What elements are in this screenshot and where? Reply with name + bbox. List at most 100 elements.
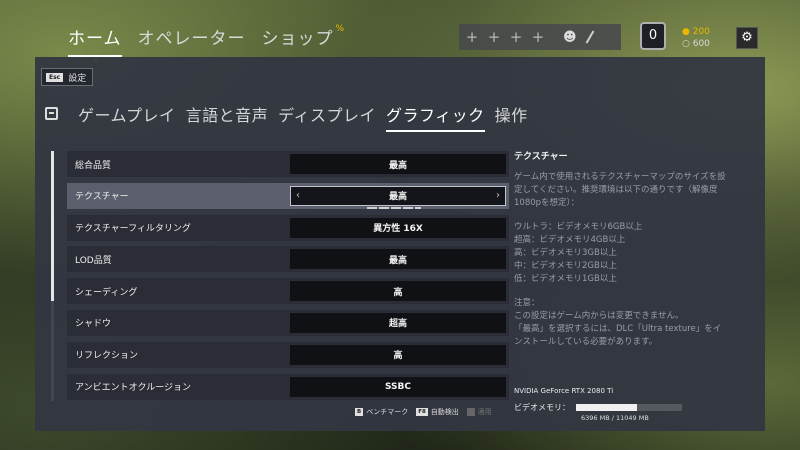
friends-icon[interactable]: ☻	[563, 30, 577, 45]
tab-gameplay[interactable]: ゲームプレイ	[78, 102, 176, 130]
requirement-line: 超高：ビデオメモリ4GB以上	[514, 235, 626, 245]
setting-value-text: 最高	[388, 160, 407, 171]
requirement-line: 高：ビデオメモリ3GB以上	[514, 248, 617, 258]
requirement-line: 低：ビデオメモリ1GB以上	[514, 274, 617, 284]
setting-value[interactable]: 最高	[290, 154, 506, 174]
setting-row-shading[interactable]: シェーディング 高	[67, 278, 509, 305]
description-requirements: ウルトラ：ビデオメモリ6GB以上 超高：ビデオメモリ4GB以上 高：ビデオメモリ…	[514, 221, 729, 286]
settings-panel: Esc 設定 ゲームプレイ 言語と音声 ディスプレイ グラフィック 操作 総合品…	[35, 57, 765, 431]
benchmark-label: ベンチマーク	[366, 408, 409, 416]
back-button[interactable]: Esc 設定	[41, 68, 94, 86]
vram-label: ビデオメモリ：	[514, 403, 570, 412]
nav-operators-label: オペレーター	[137, 29, 246, 49]
nav-shop-label: ショップ	[261, 29, 334, 49]
setting-label: 総合品質	[75, 160, 112, 171]
setting-row-texture-filtering[interactable]: テクスチャーフィルタリング 異方性 16X	[67, 214, 509, 241]
tab-audio[interactable]: 言語と音声	[186, 102, 269, 130]
note-line: この設定はゲーム内からは変更できません。	[514, 311, 684, 321]
apply-label: 適用	[477, 408, 492, 416]
nav-shop[interactable]: ショップ%	[262, 24, 346, 57]
requirement-line: 中：ビデオメモリ2GB以上	[514, 261, 617, 271]
invite-slot-2[interactable]: +	[487, 28, 501, 46]
benchmark-key-icon: B	[355, 408, 364, 416]
autodetect-label: 自動検出	[430, 408, 459, 416]
setting-label: シャドウ	[75, 319, 112, 330]
vram-bar	[576, 404, 682, 411]
renown-row: ● 200	[682, 27, 710, 37]
setting-value[interactable]: 最高	[290, 249, 506, 270]
tab-controls[interactable]: 操作	[495, 102, 528, 130]
autodetect-key-icon: F8	[416, 408, 428, 416]
renown-amount: 200	[692, 27, 710, 37]
setting-label: テクスチャーフィルタリング	[75, 224, 191, 235]
setting-description: テクスチャー ゲーム内で使用されるテクスチャーマップのサイズを設定してください。…	[514, 151, 729, 360]
arrow-right-icon[interactable]: ›	[496, 190, 500, 201]
rank-value: 0	[648, 28, 658, 43]
arrow-left-icon[interactable]: ‹	[296, 190, 300, 201]
vram-usage: ビデオメモリ：	[514, 402, 682, 413]
nav-home[interactable]: ホーム	[68, 24, 122, 63]
setting-row-lod-quality[interactable]: LOD品質 最高	[67, 246, 509, 273]
benchmark-button[interactable]: B ベンチマーク	[355, 407, 408, 417]
divider-icon	[585, 30, 594, 44]
setting-value-selector[interactable]: ‹ 最高 ›	[290, 185, 506, 206]
tab-graphics[interactable]: グラフィック	[385, 102, 485, 132]
setting-row-overall-quality[interactable]: 総合品質 最高	[67, 151, 509, 177]
note-title: 注意：	[514, 298, 540, 308]
setting-label: シェーディング	[75, 287, 138, 298]
apply-button[interactable]: 適用	[466, 407, 492, 417]
autodetect-button[interactable]: F8 自動検出	[416, 407, 459, 417]
settings-tabs: ゲームプレイ 言語と音声 ディスプレイ グラフィック 操作	[45, 102, 528, 132]
main-nav: ホーム オペレーター ショップ%	[68, 24, 346, 63]
rank-badge[interactable]: 0	[640, 22, 666, 50]
setting-value-text: 高	[393, 287, 403, 298]
invite-slot-1[interactable]: +	[465, 28, 479, 46]
setting-row-texture[interactable]: テクスチャー ‹ 最高 ›	[67, 182, 509, 209]
apply-key-icon	[466, 408, 475, 416]
setting-label: アンビエントオクルージョン	[75, 383, 192, 394]
vram-bar-fill	[576, 404, 638, 411]
footer-actions: B ベンチマーク F8 自動検出 適用	[355, 407, 492, 417]
setting-value-text: 異方性 16X	[373, 224, 423, 235]
vram-text: 6396 MB / 11049 MB	[581, 414, 649, 422]
description-title: テクスチャー	[514, 152, 568, 162]
setting-row-ambient-occlusion[interactable]: アンビエントオクルージョン SSBC	[67, 373, 509, 400]
esc-key-icon: Esc	[46, 72, 64, 82]
scrollbar-thumb[interactable]	[51, 151, 54, 301]
setting-row-shadow[interactable]: シャドウ 超高	[67, 309, 509, 336]
settings-list: 総合品質 最高 テクスチャー ‹ 最高 › テクスチャーフィルタリング 異方性 …	[67, 151, 509, 405]
setting-value[interactable]: 超高	[290, 312, 506, 333]
setting-value[interactable]: 異方性 16X	[290, 217, 506, 238]
setting-label: リフレクション	[75, 351, 139, 362]
credits-amount: 600	[692, 39, 710, 49]
tab-display[interactable]: ディスプレイ	[278, 102, 376, 130]
credits-row: ○ 600	[682, 39, 710, 49]
note-line: 「最高」を選択するには、DLC「Ultra texture」をインストールしてい…	[514, 324, 722, 347]
description-note: 注意： この設定はゲーム内からは変更できません。 「最高」を選択するには、DLC…	[514, 297, 729, 349]
setting-value[interactable]: SSBC	[290, 376, 506, 397]
setting-value[interactable]: 高	[290, 344, 506, 365]
settings-gear-button[interactable]: ⚙	[736, 27, 758, 49]
sale-badge-icon: %	[335, 24, 346, 34]
setting-row-reflection[interactable]: リフレクション 高	[67, 341, 509, 368]
nav-operators[interactable]: オペレーター	[138, 24, 246, 57]
nav-home-label: ホーム	[68, 29, 122, 49]
setting-value[interactable]: 高	[290, 281, 506, 302]
setting-label: テクスチャー	[75, 192, 129, 203]
setting-value-text: 超高	[388, 319, 407, 330]
setting-value-text: 高	[393, 351, 403, 362]
currency-display: ● 200 ○ 600	[682, 26, 710, 50]
setting-value-text: SSBC	[384, 381, 412, 392]
setting-value-text: 最高	[388, 192, 407, 203]
description-body: ゲーム内で使用されるテクスチャーマップのサイズを設定してください。推奨環境は以下…	[514, 172, 726, 208]
setting-value-text: 最高	[388, 255, 407, 266]
back-button-label: 設定	[68, 73, 87, 84]
tab-prev-icon[interactable]	[45, 107, 58, 120]
invite-slot-4[interactable]: +	[531, 28, 545, 46]
requirement-line: ウルトラ：ビデオメモリ6GB以上	[514, 222, 643, 232]
setting-label: LOD品質	[75, 255, 112, 266]
option-position-indicator	[367, 206, 421, 209]
invite-slot-3[interactable]: +	[509, 28, 523, 46]
gpu-name: NVIDIA GeForce RTX 2080 Ti	[514, 387, 614, 395]
squad-bar: + + + + ☻	[459, 24, 621, 50]
